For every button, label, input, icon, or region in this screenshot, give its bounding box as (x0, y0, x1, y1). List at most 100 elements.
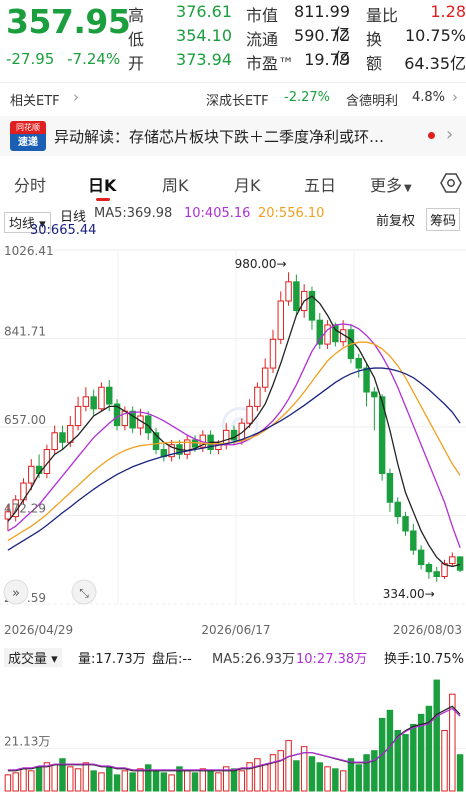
candle-body (355, 357, 362, 369)
volume-bar (106, 766, 113, 792)
candle-body (417, 549, 425, 566)
collapse-icon: » (12, 586, 20, 601)
candle-body (246, 405, 253, 424)
stat-label: 换 (366, 30, 383, 49)
tab-more[interactable]: 更多 ▼ (370, 172, 412, 196)
volume-bar (332, 768, 339, 792)
etf-holder-percent: 4.8% (412, 90, 446, 105)
volume-bar (183, 770, 191, 792)
volume-bar (339, 770, 347, 792)
candle-body (363, 367, 370, 393)
tab-daily-k[interactable]: 日K (88, 172, 116, 196)
chevron-right-icon: › (446, 124, 454, 145)
volume-bar (35, 766, 43, 792)
volume-indicator-select[interactable]: 成交量 ▾ (4, 648, 62, 667)
candle-body (425, 564, 433, 573)
volume-bar (90, 770, 97, 792)
adjust-mode-button[interactable]: 前复权 (376, 210, 415, 229)
volume-bar (98, 772, 105, 792)
volume-chart[interactable]: 21.13万 (0, 668, 466, 793)
y-tick-label: 657.00 (4, 413, 46, 427)
x-tick-label: 2026/04/29 (4, 623, 73, 637)
moving-average-bar: 均线 ▾ 日线 MA5:369.98 10:405.16 20:556.10 3… (0, 206, 466, 242)
quote-header: 357.95 -27.95 -7.24% 高 376.61 市值 811.99亿 量比 1… (0, 0, 466, 80)
tab-weekly-k[interactable]: 周K (162, 172, 189, 196)
candle-body (269, 338, 277, 369)
price-change: -27.95 -7.24% (6, 50, 128, 68)
caret-down-icon: ▼ (404, 183, 412, 194)
volume-bar (363, 754, 370, 792)
volume-bar (254, 758, 261, 792)
news-ticker[interactable]: 同花顺 速递 异动解读：存储芯片板块下跌＋二季度净利或环… › (0, 116, 466, 156)
candle-body (456, 556, 464, 571)
volume-bar (441, 730, 448, 792)
candle-body (410, 530, 417, 551)
turnover-value: 换手:10.75% (384, 652, 464, 667)
change-percent: -7.24% (67, 50, 121, 68)
volume-bar (207, 770, 214, 792)
stat-label: 额 (366, 54, 383, 73)
volume-bar (277, 750, 285, 792)
last-price: 357.95 (6, 2, 131, 41)
candle-body (277, 300, 285, 340)
chevron-right-icon: › (73, 88, 79, 106)
candle-body (28, 465, 35, 484)
volume-bar (230, 768, 238, 792)
volume-bar (121, 770, 129, 792)
volume-ma10-value: 10:27.38万 (296, 652, 368, 667)
volume-bar (261, 764, 269, 792)
tab-five-day[interactable]: 五日 (304, 172, 336, 196)
candlestick-chart[interactable]: ◎1026.41841.71657.00472.29287.59980.00→3… (0, 242, 466, 642)
volume-bar (347, 758, 355, 792)
tab-monthly-k[interactable]: 月K (234, 172, 261, 196)
candle-body (261, 367, 269, 388)
x-tick-label: 2026/06/17 (201, 623, 270, 637)
tab-intraday[interactable]: 分时 (14, 172, 46, 196)
etf-fund-name[interactable]: 深成长ETF (206, 90, 269, 109)
candle-body (51, 432, 58, 451)
stat-value: 354.10 (176, 26, 232, 45)
chevron-right-icon: › (452, 88, 458, 106)
volume-header: 成交量 ▾ 量:17.73万 盘后:-- MA5:26.93万 10:27.38… (0, 644, 466, 668)
volume-bar (425, 705, 433, 792)
stat-value: 19.79 (304, 50, 350, 69)
candle-body (293, 281, 300, 312)
volume-value: 量:17.73万 (78, 652, 146, 667)
volume-bar (152, 770, 160, 792)
volume-bar (28, 770, 35, 792)
stat-value: 373.94 (176, 50, 232, 69)
y-tick-label: 472.29 (4, 502, 46, 516)
volume-bar (74, 768, 82, 792)
candle-body (106, 386, 113, 405)
candle-body (82, 396, 90, 407)
volume-bar (386, 709, 394, 792)
related-etf-label[interactable]: 相关ETF (10, 90, 60, 109)
volume-bar (238, 770, 246, 792)
stat-value: 376.61 (176, 2, 232, 21)
chips-button[interactable]: 筹码 (426, 208, 461, 231)
volume-bar (371, 750, 378, 792)
volume-bar (410, 723, 417, 792)
volume-bar (191, 772, 199, 792)
volume-bar (145, 764, 152, 792)
candle-body (129, 410, 136, 429)
volume-bar (285, 740, 292, 792)
volume-bar (82, 762, 90, 792)
stat-value: 64.35亿 (404, 54, 466, 73)
volume-bar (269, 754, 277, 792)
volume-ma5-value: MA5:26.93万 (212, 652, 295, 667)
volume-bar (199, 768, 207, 792)
unread-dot-icon (428, 132, 435, 139)
fullscreen-icon: ⤡ (79, 586, 89, 600)
candle-body (433, 571, 440, 577)
volume-bar (51, 764, 58, 792)
related-etf-bar[interactable]: 相关ETF › 深成长ETF -2.27% 含德明利 4.8% › (0, 82, 466, 112)
settings-hexagon-icon[interactable] (440, 172, 462, 194)
volume-bar (402, 734, 409, 792)
volume-bar (12, 772, 19, 792)
volume-bar (433, 679, 440, 792)
candle-body (59, 432, 66, 443)
news-headline[interactable]: 异动解读：存储芯片板块下跌＋二季度净利或环… (54, 126, 384, 147)
volume-bar (129, 772, 136, 792)
ma10-value: 10:405.16 (184, 206, 251, 221)
